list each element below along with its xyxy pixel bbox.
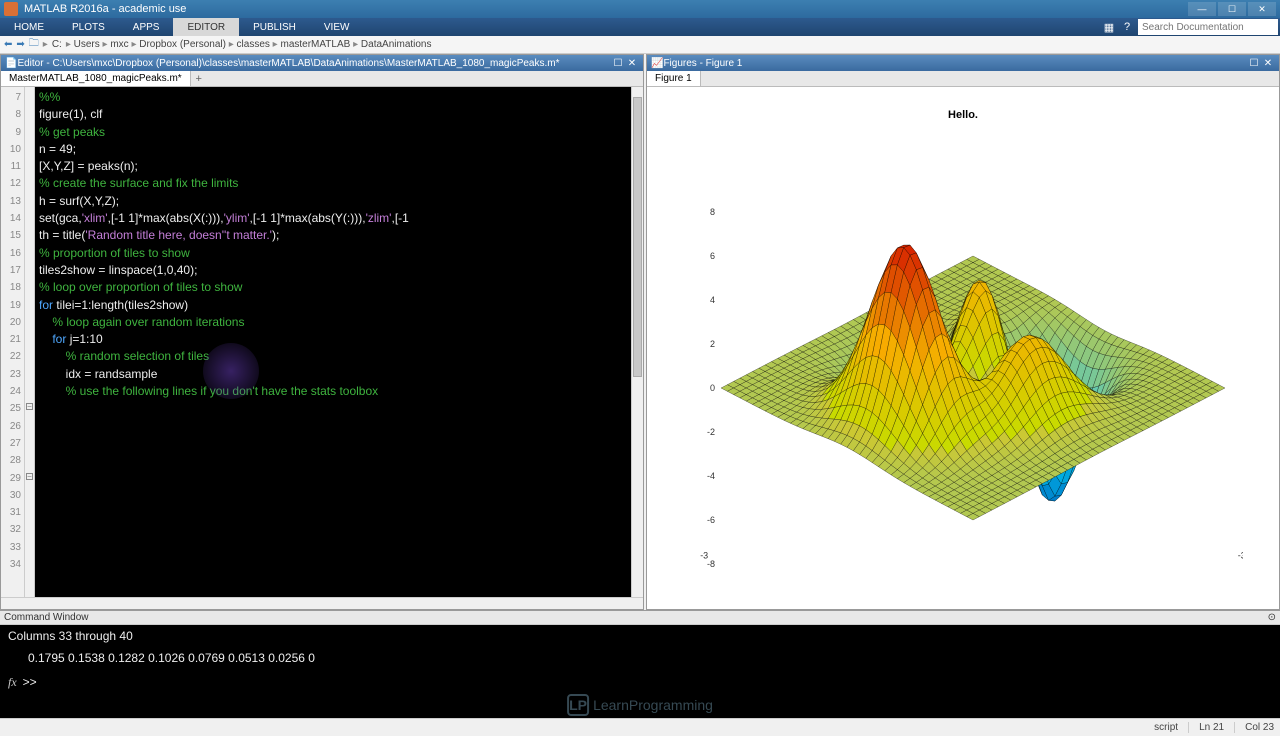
surface-plot: 86420-2-4-6-8 -3-2-10123 -3-2-10123 — [683, 128, 1243, 568]
titlebar: MATLAB R2016a - academic use — ☐ ✕ — [0, 0, 1280, 18]
command-window-menu-icon[interactable]: ⊙ — [1268, 612, 1276, 623]
path-bar: ⬅ ➡ 🗀 ▸ C: ▸ Users ▸ mxc ▸ Dropbox (Pers… — [0, 36, 1280, 54]
figure-canvas[interactable]: Hello. 86420-2-4-6-8 -3-2-10123 -3-2-101… — [647, 87, 1279, 609]
svg-text:2: 2 — [710, 339, 715, 349]
toolstrip-tab-home[interactable]: HOME — [0, 18, 58, 36]
status-col: Col 23 — [1235, 722, 1274, 733]
minimize-button[interactable]: — — [1188, 2, 1216, 16]
new-tab-button[interactable]: + — [191, 71, 207, 86]
toolstrip-icon[interactable]: ▦ — [1100, 18, 1118, 36]
watermark: LPLearnProgramming — [567, 694, 713, 716]
command-window: Command Window ⊙ Columns 33 through 40 0.… — [0, 610, 1280, 718]
toolstrip: HOMEPLOTSAPPSEDITORPUBLISHVIEW ▦ ? — [0, 18, 1280, 36]
help-icon[interactable]: ? — [1118, 18, 1136, 36]
figure-dock-icon[interactable]: ☐ — [1247, 58, 1261, 69]
editor-close-icon[interactable]: ✕ — [625, 58, 639, 69]
figure-pane: 📈 Figures - Figure 1 ☐ ✕ Figure 1 Hello.… — [646, 54, 1280, 610]
svg-text:6: 6 — [710, 251, 715, 261]
status-bar: script Ln 21 Col 23 — [0, 718, 1280, 736]
breadcrumb[interactable]: Users — [74, 39, 100, 50]
fx-icon[interactable]: fx — [8, 675, 17, 689]
breadcrumb[interactable]: masterMATLAB — [280, 39, 350, 50]
svg-text:-3: -3 — [1238, 551, 1243, 561]
cmd-output-header: Columns 33 through 40 — [8, 629, 1272, 643]
close-button[interactable]: ✕ — [1248, 2, 1276, 16]
editor-header-title: Editor - C:\Users\mxc\Dropbox (Personal)… — [17, 58, 611, 69]
status-line: Ln 21 — [1189, 722, 1235, 733]
breadcrumb[interactable]: DataAnimations — [361, 39, 432, 50]
toolstrip-tab-apps[interactable]: APPS — [119, 18, 174, 36]
back-icon[interactable]: ⬅ — [4, 39, 12, 50]
svg-text:-2: -2 — [707, 427, 715, 437]
toolstrip-tab-plots[interactable]: PLOTS — [58, 18, 119, 36]
editor-scrollbar-h[interactable] — [1, 597, 643, 609]
path-drive[interactable]: C: — [52, 39, 62, 50]
figure-icon: 📈 — [651, 58, 663, 69]
svg-text:-4: -4 — [707, 471, 715, 481]
editor-tab[interactable]: MasterMATLAB_1080_magicPeaks.m* — [1, 71, 191, 86]
editor-doc-icon: 📄 — [5, 58, 17, 69]
editor-pane: 📄 Editor - C:\Users\mxc\Dropbox (Persona… — [0, 54, 644, 610]
matlab-logo-icon — [4, 2, 18, 16]
svg-text:-6: -6 — [707, 515, 715, 525]
toolstrip-tab-view[interactable]: VIEW — [310, 18, 364, 36]
figure-header-title: Figures - Figure 1 — [663, 58, 1247, 69]
editor-scrollbar-v[interactable] — [631, 87, 643, 597]
forward-icon[interactable]: ➡ — [16, 39, 24, 50]
svg-text:8: 8 — [710, 207, 715, 217]
figure-tab[interactable]: Figure 1 — [647, 71, 701, 86]
breadcrumb[interactable]: Dropbox (Personal) — [139, 39, 226, 50]
svg-text:4: 4 — [710, 295, 715, 305]
breadcrumb[interactable]: classes — [237, 39, 270, 50]
code-editor[interactable]: 7891011121314151617181920212223242526272… — [1, 87, 643, 597]
figure-title: Hello. — [647, 109, 1279, 121]
svg-text:-3: -3 — [700, 551, 708, 561]
command-window-body[interactable]: Columns 33 through 40 0.1795 0.1538 0.12… — [0, 625, 1280, 718]
figure-close-icon[interactable]: ✕ — [1261, 58, 1275, 69]
editor-dock-icon[interactable]: ☐ — [611, 58, 625, 69]
folder-icon[interactable]: 🗀 — [29, 36, 39, 53]
command-prompt: >> — [23, 675, 37, 689]
toolstrip-tab-editor[interactable]: EDITOR — [173, 18, 239, 36]
status-mode: script — [1144, 722, 1189, 733]
breadcrumb[interactable]: mxc — [110, 39, 128, 50]
maximize-button[interactable]: ☐ — [1218, 2, 1246, 16]
cmd-output-values: 0.1795 0.1538 0.1282 0.1026 0.0769 0.051… — [8, 651, 1272, 665]
svg-text:0: 0 — [710, 383, 715, 393]
toolstrip-tab-publish[interactable]: PUBLISH — [239, 18, 310, 36]
search-input[interactable] — [1138, 19, 1278, 35]
command-window-label: Command Window — [4, 612, 88, 623]
window-title: MATLAB R2016a - academic use — [24, 3, 1188, 15]
